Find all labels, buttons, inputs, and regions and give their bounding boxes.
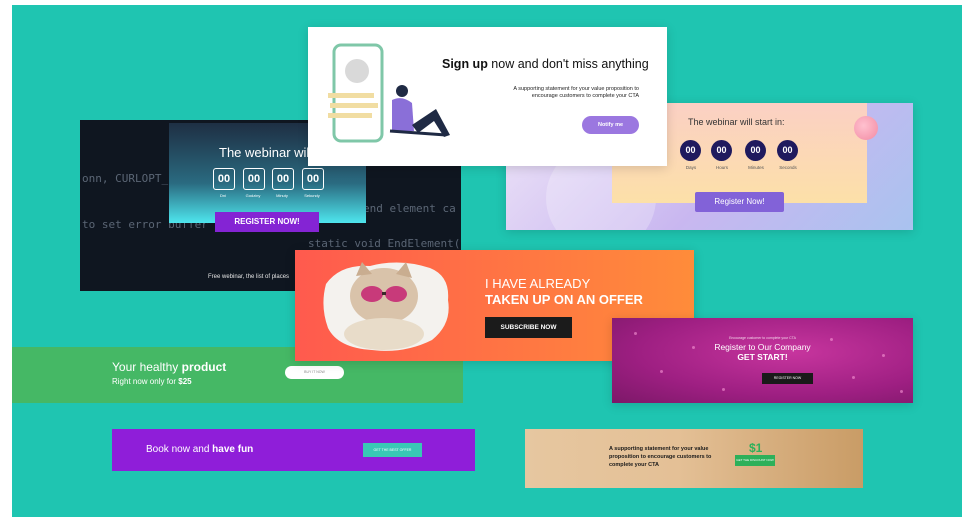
cta-tiny-text: Encourage customer to complete your CTA: [729, 336, 796, 340]
countdown-label: Dni: [219, 193, 226, 198]
countdown-minutes: 00: [272, 168, 294, 190]
countdown-seconds: 00: [777, 140, 798, 161]
code-line: static void EndElement(vo: [308, 237, 461, 250]
subscribe-now-button[interactable]: SUBSCRIBE NOW: [485, 317, 572, 338]
countdown-minutes: 00: [745, 140, 766, 161]
code-line: onn, CURLOPT_E: [82, 172, 175, 185]
countdown-days: 00: [213, 168, 235, 190]
register-heading: Register to Our Company: [714, 342, 811, 352]
book-now-card[interactable]: Book now and have fun GET THE BEST OFFER: [112, 429, 475, 471]
register-now-button[interactable]: REGISTER NOW: [762, 373, 813, 384]
countdown-label: Sekundy: [304, 193, 320, 198]
webinar-footnote: Free webinar, the list of places: [208, 274, 290, 280]
price-label: $1: [749, 441, 763, 455]
register-now-button[interactable]: Register Now!: [695, 192, 784, 212]
product-title: Your healthy product: [112, 360, 227, 374]
countdown-label: Seconds: [779, 165, 797, 170]
signup-card[interactable]: Sign up now and don't miss anything A su…: [308, 27, 667, 166]
countdown-hours: 00: [711, 140, 732, 161]
offer-line-1: I HAVE ALREADY: [485, 276, 591, 291]
decorative-dot: [634, 332, 637, 335]
code-line: end element ca: [363, 202, 456, 215]
discount-card[interactable]: A supporting statement for your value pr…: [525, 429, 863, 488]
countdown-label: Godziny: [245, 193, 261, 198]
countdown-label: Hours: [715, 165, 728, 170]
get-start-heading: GET START!: [737, 352, 788, 362]
offer-line-2: TAKEN UP ON AN OFFER: [485, 292, 643, 307]
countdown-label: Minutes: [748, 165, 764, 170]
company-register-card[interactable]: Encourage customer to complete your CTA …: [612, 318, 913, 403]
countdown-hours: 00: [243, 168, 265, 190]
product-price-line: Right now only for $25: [112, 377, 192, 386]
supporting-statement: A supporting statement for your value pr…: [609, 446, 712, 468]
decorative-dot: [900, 390, 903, 393]
supporting-statement: A supporting statement for your value pr…: [513, 86, 639, 99]
get-discount-button[interactable]: GET THE DISCOUNT NOW: [735, 455, 775, 466]
signup-title: Sign up now and don't miss anything: [442, 57, 649, 71]
template-gallery-canvas: onn, CURLOPT_E to set error buffer end e…: [12, 5, 962, 517]
cat-with-sunglasses-image: [323, 262, 449, 351]
decorative-dot: [722, 388, 725, 391]
book-now-text: Book now and have fun: [146, 444, 254, 455]
countdown-days: 00: [680, 140, 701, 161]
decorative-dot: [852, 376, 855, 379]
countdown-label: Minuty: [276, 193, 288, 198]
webinar-title: The webinar will start in:: [688, 117, 785, 127]
buy-it-now-button[interactable]: BUY IT NOW: [285, 366, 344, 379]
decorative-dot: [660, 370, 663, 373]
decorative-ball: [854, 116, 878, 140]
countdown-seconds: 00: [302, 168, 324, 190]
notify-me-button[interactable]: Notify me: [582, 116, 639, 134]
get-best-offer-button[interactable]: GET THE BEST OFFER: [363, 443, 422, 457]
countdown-label: Days: [685, 165, 697, 170]
register-now-button[interactable]: REGISTER NOW!: [215, 212, 319, 232]
